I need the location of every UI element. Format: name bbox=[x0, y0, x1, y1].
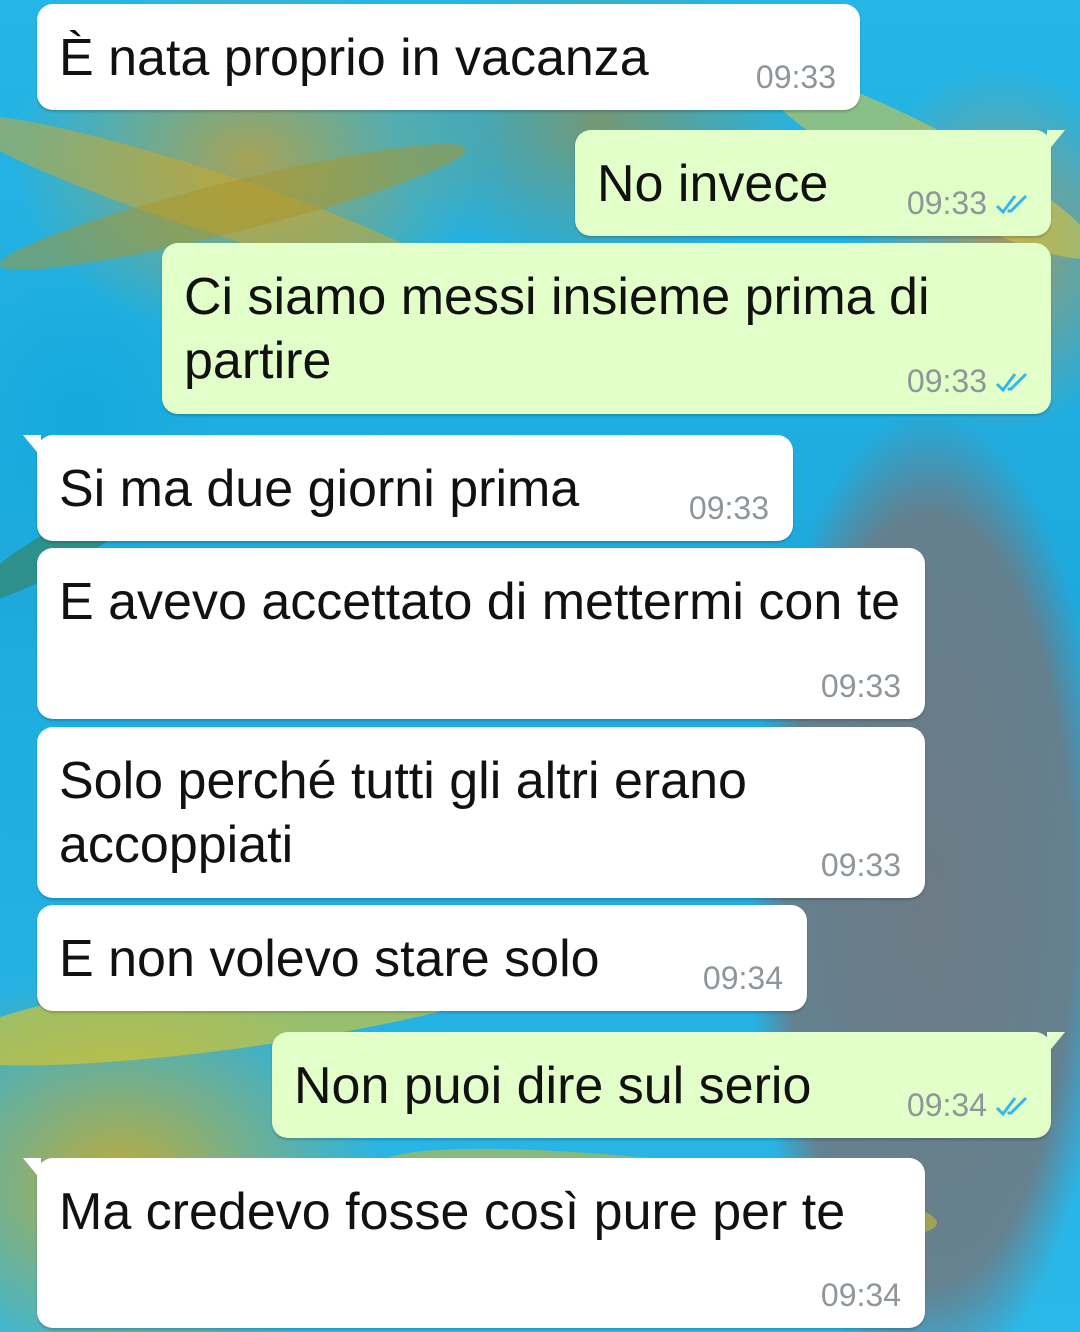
message-time: 09:33 bbox=[688, 490, 769, 526]
message-time: 09:33 bbox=[906, 185, 987, 221]
message-text: E avevo accettato di mettermi con te bbox=[59, 573, 901, 631]
message-meta: 09:34 bbox=[703, 960, 783, 997]
message-bubble-incoming[interactable]: E avevo accettato di mettermi con te 09:… bbox=[37, 548, 925, 719]
bubble-tail bbox=[23, 435, 41, 457]
message-meta: 09:33 bbox=[907, 363, 1031, 400]
message-bubble-incoming[interactable]: Ma credevo fosse così pure per te 09:34 bbox=[23, 1158, 925, 1328]
message-time: 09:33 bbox=[755, 59, 836, 95]
message-meta: 09:34 bbox=[907, 1087, 1031, 1124]
message-bubble-incoming[interactable]: Si ma due giorni prima 09:33 bbox=[23, 435, 793, 541]
message-text: Ci siamo messi insieme prima di partire bbox=[184, 268, 930, 390]
message-text: Ma credevo fosse così pure per te bbox=[59, 1183, 846, 1241]
message-meta: 09:33 bbox=[907, 185, 1031, 222]
message-time: 09:33 bbox=[820, 668, 901, 704]
double-check-icon bbox=[995, 372, 1028, 392]
message-text: Solo perché tutti gli altri erano accopp… bbox=[59, 752, 747, 874]
message-bubble-incoming[interactable]: E non volevo stare solo 09:34 bbox=[37, 905, 807, 1011]
message-meta: 09:34 bbox=[821, 1277, 901, 1314]
message-time: 09:33 bbox=[820, 847, 901, 883]
message-bubble-incoming[interactable]: Solo perché tutti gli altri erano accopp… bbox=[37, 727, 925, 898]
message-time: 09:34 bbox=[820, 1277, 901, 1313]
message-time: 09:33 bbox=[906, 363, 987, 399]
message-bubble-outgoing[interactable]: Ci siamo messi insieme prima di partire … bbox=[162, 243, 1051, 414]
message-text: Si ma due giorni prima bbox=[59, 460, 580, 518]
message-bubble-outgoing[interactable]: No invece 09:33 bbox=[575, 130, 1065, 236]
double-check-icon bbox=[995, 1096, 1028, 1116]
bubble-tail bbox=[23, 1158, 41, 1180]
message-bubble-outgoing[interactable]: Non puoi dire sul serio 09:34 bbox=[272, 1032, 1065, 1138]
message-text: È nata proprio in vacanza bbox=[59, 29, 649, 87]
message-meta: 09:33 bbox=[689, 490, 769, 527]
message-meta: 09:33 bbox=[756, 59, 836, 96]
message-time: 09:34 bbox=[906, 1087, 987, 1123]
message-time: 09:34 bbox=[702, 960, 783, 996]
bubble-tail bbox=[1047, 130, 1065, 152]
message-list[interactable]: È nata proprio in vacanza 09:33 No invec… bbox=[0, 0, 1080, 1332]
bubble-tail bbox=[1047, 1032, 1065, 1054]
message-meta: 09:33 bbox=[821, 668, 901, 705]
message-bubble-incoming[interactable]: È nata proprio in vacanza 09:33 bbox=[37, 4, 860, 110]
message-text: E non volevo stare solo bbox=[59, 930, 600, 988]
double-check-icon bbox=[995, 194, 1028, 214]
message-meta: 09:33 bbox=[821, 847, 901, 884]
